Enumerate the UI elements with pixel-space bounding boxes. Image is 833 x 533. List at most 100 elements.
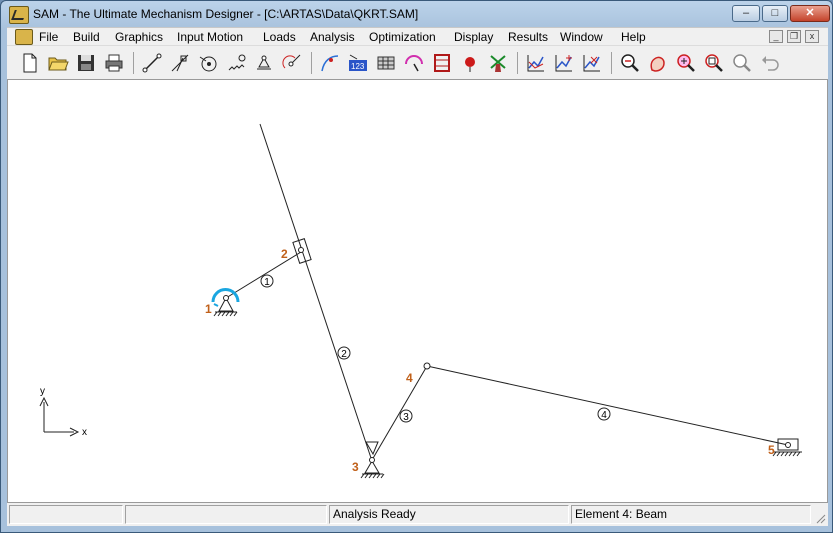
graph-remove-icon <box>583 55 600 72</box>
node-label-2: 2 <box>281 247 288 261</box>
node-label-4: 4 <box>406 371 413 385</box>
graph-add-button[interactable] <box>553 52 575 74</box>
menu-file[interactable]: File <box>39 29 58 45</box>
node-label-3: 3 <box>352 460 359 474</box>
node-label-1: 1 <box>205 302 212 316</box>
menu-display[interactable]: Display <box>454 29 493 45</box>
mdi-minimize-button[interactable]: _ <box>769 30 783 43</box>
menu-optimization[interactable]: Optimization <box>369 29 436 45</box>
zoom-out-button[interactable] <box>619 52 641 74</box>
menu-build[interactable]: Build <box>73 29 100 45</box>
print-button[interactable] <box>103 52 125 74</box>
input-motion-arrow-icon <box>213 303 219 307</box>
beam-icon <box>142 53 162 73</box>
node-1-fixed-support[interactable] <box>211 288 240 317</box>
toolbar: 123 <box>7 45 828 81</box>
windmill-button[interactable] <box>487 52 509 74</box>
windmill-icon <box>490 55 506 72</box>
graph-button[interactable] <box>525 52 547 74</box>
path-button[interactable] <box>319 52 341 74</box>
print-icon <box>105 54 123 72</box>
balloon-icon <box>465 57 475 72</box>
undo-icon <box>762 56 779 71</box>
menu-loads[interactable]: Loads <box>263 29 296 45</box>
menu-bar: File Build Graphics Input Motion Loads A… <box>7 27 828 46</box>
zoom-fit-icon <box>677 54 695 72</box>
undo-button[interactable] <box>759 52 781 74</box>
node-3-fixed-support[interactable] <box>360 441 385 479</box>
save-icon <box>78 55 94 71</box>
path-icon <box>321 55 339 72</box>
zoom-window-icon <box>705 54 723 72</box>
zoom-previous-button[interactable] <box>731 52 753 74</box>
zoom-fit-button[interactable] <box>675 52 697 74</box>
gear-button[interactable] <box>197 52 219 74</box>
numbering-button[interactable]: 123 <box>347 52 369 74</box>
element-label-3: 3 <box>403 412 409 423</box>
close-button[interactable]: ✕ <box>790 5 830 22</box>
open-button[interactable] <box>47 52 69 74</box>
zoom-out-icon <box>621 54 639 72</box>
mechanism-drawing[interactable]: 1 2 3 4 1 2 3 4 5 y x <box>8 80 827 502</box>
node-5-slider[interactable] <box>772 438 802 457</box>
element-3-beam[interactable] <box>371 365 428 461</box>
zoom-previous-icon <box>733 54 751 72</box>
mdi-restore-button[interactable]: ❐ <box>787 30 801 43</box>
beam-button[interactable] <box>141 52 163 74</box>
zoom-window-button[interactable] <box>703 52 725 74</box>
app-window: SAM - The Ultimate Mechanism Designer - … <box>0 0 833 533</box>
motion-button[interactable] <box>403 52 425 74</box>
slider-element-icon <box>171 54 189 72</box>
spring-icon <box>228 54 246 71</box>
spring-button[interactable] <box>225 52 247 74</box>
element-label-2: 2 <box>341 349 347 360</box>
balloon-button[interactable] <box>459 52 481 74</box>
frame-button[interactable] <box>431 52 453 74</box>
node-2-slider[interactable] <box>292 238 312 264</box>
save-button[interactable] <box>75 52 97 74</box>
svg-text:123: 123 <box>351 62 365 71</box>
toolbar-separator <box>611 52 612 74</box>
frame-icon <box>434 54 450 72</box>
status-element: Element 4: Beam <box>571 505 811 524</box>
menu-results[interactable]: Results <box>508 29 548 45</box>
element-4-beam[interactable] <box>426 365 789 446</box>
y-axis-label: y <box>40 386 45 397</box>
motion-icon <box>405 55 423 72</box>
force-button[interactable] <box>281 52 303 74</box>
table-button[interactable] <box>375 52 397 74</box>
element-2-beam[interactable] <box>259 123 373 462</box>
resize-grip-icon[interactable] <box>814 512 826 524</box>
toolbar-separator <box>133 52 134 74</box>
graph-add-icon <box>555 55 572 72</box>
open-folder-icon <box>48 57 69 71</box>
toolbar-separator <box>517 52 518 74</box>
app-logo-icon[interactable] <box>9 6 29 24</box>
graph-remove-button[interactable] <box>581 52 603 74</box>
document-icon[interactable] <box>15 29 33 45</box>
new-button[interactable] <box>19 52 41 74</box>
minimize-button[interactable]: – <box>732 5 760 22</box>
slider-button[interactable] <box>169 52 191 74</box>
support-button[interactable] <box>253 52 275 74</box>
menu-graphics[interactable]: Graphics <box>115 29 163 45</box>
node-4-joint[interactable] <box>423 362 431 370</box>
menu-input-motion[interactable]: Input Motion <box>177 29 243 45</box>
title-bar[interactable]: SAM - The Ultimate Mechanism Designer - … <box>1 1 832 27</box>
numbering-icon: 123 <box>349 54 367 71</box>
mdi-close-button[interactable]: x <box>805 30 819 43</box>
force-icon <box>282 54 301 69</box>
x-axis-label: x <box>82 427 87 438</box>
status-analysis: Analysis Ready <box>329 505 569 524</box>
pan-button[interactable] <box>647 52 669 74</box>
element-1-crank[interactable] <box>225 251 302 299</box>
coordinate-axes: y x <box>39 386 87 438</box>
minimize-icon: – <box>742 7 750 19</box>
drawing-canvas[interactable]: 1 2 3 4 1 2 3 4 5 y x <box>7 79 828 503</box>
close-icon: ✕ <box>805 7 815 19</box>
menu-help[interactable]: Help <box>621 29 646 45</box>
maximize-button[interactable]: □ <box>762 5 788 22</box>
menu-analysis[interactable]: Analysis <box>310 29 355 45</box>
table-icon <box>377 56 395 70</box>
menu-window[interactable]: Window <box>560 29 603 45</box>
